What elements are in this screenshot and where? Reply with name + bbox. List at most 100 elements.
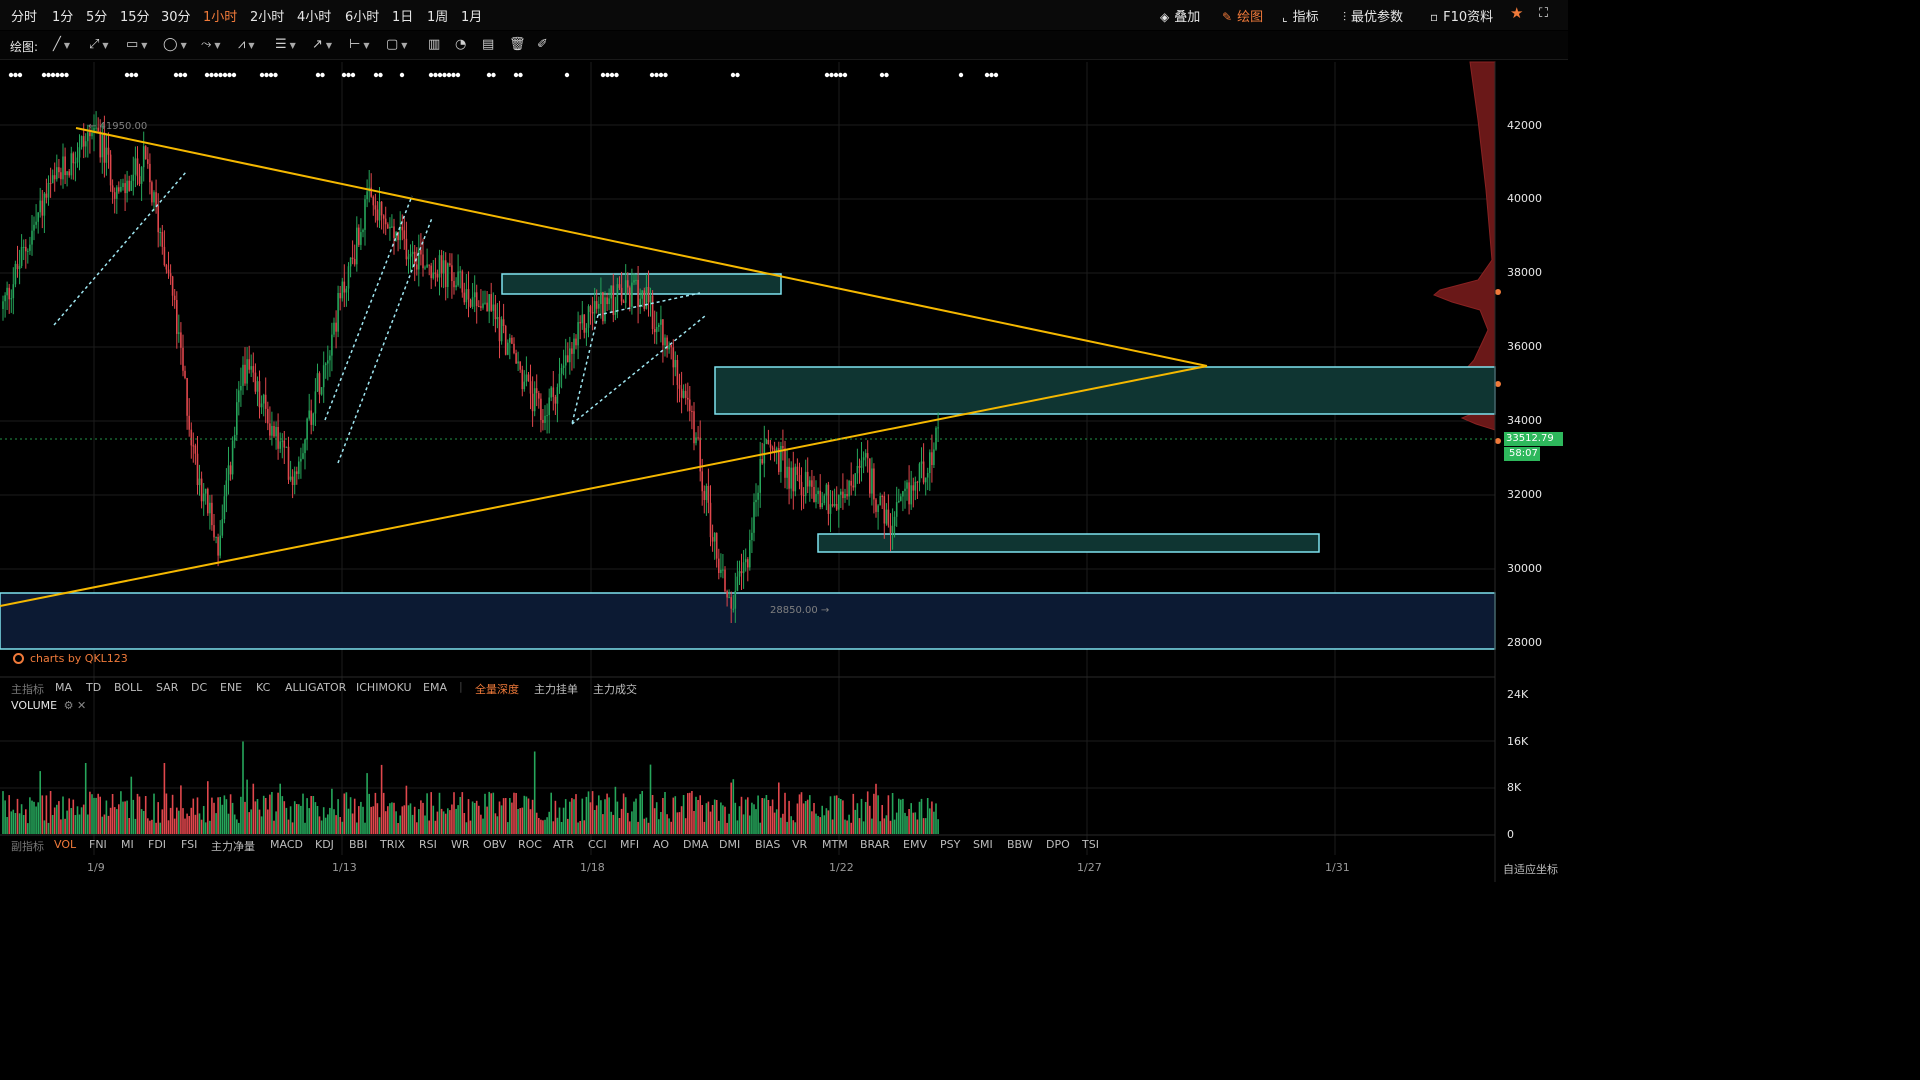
tf-1mo[interactable]: 1月: [461, 6, 482, 25]
sub-ind-15[interactable]: CCI: [588, 838, 607, 851]
main-ind-dc[interactable]: DC: [191, 681, 207, 694]
sub-ind-8[interactable]: BBI: [349, 838, 367, 851]
f10-button[interactable]: ▫ F10资料: [1430, 6, 1493, 25]
main-ind-td[interactable]: TD: [86, 681, 101, 694]
volume-bar: [633, 801, 635, 834]
overlay-button[interactable]: ◈ 叠加: [1160, 6, 1200, 25]
tf-6h[interactable]: 6小时: [345, 6, 379, 25]
zone-lower[interactable]: [817, 533, 1320, 553]
candle-body: [209, 502, 211, 514]
stats-icon[interactable]: ◔: [455, 37, 466, 52]
main-ind-boll[interactable]: BOLL: [114, 681, 142, 694]
histogram-icon[interactable]: ▤: [482, 37, 494, 52]
sub-ind-9[interactable]: TRIX: [380, 838, 405, 851]
tf-5m[interactable]: 5分: [86, 6, 107, 25]
close-icon[interactable]: ✕: [77, 699, 86, 712]
main-ind-depth[interactable]: 全量深度: [475, 681, 519, 697]
sub-ind-17[interactable]: AO: [653, 838, 669, 851]
comment-tool-icon[interactable]: ▢ ▼: [386, 37, 407, 52]
line-tool-icon[interactable]: ╱ ▼: [53, 37, 70, 52]
sub-ind-28[interactable]: DPO: [1046, 838, 1070, 851]
sub-ind-24[interactable]: EMV: [903, 838, 927, 851]
fullscreen-icon[interactable]: ⛶: [1539, 6, 1548, 21]
sub-ind-7[interactable]: KDJ: [315, 838, 334, 851]
tf-1w[interactable]: 1周: [427, 6, 448, 25]
bar-chart-icon[interactable]: ▥: [428, 37, 440, 52]
main-ind-sar[interactable]: SAR: [156, 681, 178, 694]
sub-ind-23[interactable]: BRAR: [860, 838, 890, 851]
sub-ind-19[interactable]: DMI: [719, 838, 740, 851]
trash-icon[interactable]: 🗑: [509, 37, 526, 52]
sub-ind-1[interactable]: FNI: [89, 838, 107, 851]
tf-4h[interactable]: 4小时: [297, 6, 331, 25]
sub-ind-29[interactable]: TSI: [1082, 838, 1099, 851]
main-ind-kc[interactable]: KC: [256, 681, 270, 694]
zone-middle[interactable]: [714, 366, 1496, 415]
candle-body: [759, 459, 761, 493]
candle-body: [43, 193, 46, 216]
star-icon[interactable]: ★: [1510, 4, 1523, 22]
main-ind-alligator[interactable]: ALLIGATOR: [285, 681, 346, 694]
tf-1m[interactable]: 1分: [52, 6, 73, 25]
sub-ind-14[interactable]: ATR: [553, 838, 574, 851]
sub-ind-6[interactable]: MACD: [270, 838, 303, 851]
main-ind-orders[interactable]: 主力挂单: [534, 681, 578, 697]
volume-bar: [682, 795, 685, 834]
sub-ind-12[interactable]: OBV: [483, 838, 506, 851]
sub-ind-21[interactable]: VR: [792, 838, 807, 851]
ray-tool-icon[interactable]: ⤢ ▼: [89, 37, 109, 52]
sub-ind-3[interactable]: FDI: [148, 838, 166, 851]
draw-button[interactable]: ✎ 绘图: [1222, 6, 1263, 25]
candle-body: [910, 485, 912, 505]
main-ind-ene[interactable]: ENE: [220, 681, 242, 694]
sub-ind-20[interactable]: BIAS: [755, 838, 780, 851]
chart-canvas[interactable]: [0, 0, 1568, 882]
event-marker: [446, 72, 452, 78]
candle-body: [523, 381, 526, 390]
sub-ind-22[interactable]: MTM: [822, 838, 848, 851]
trendline-upper[interactable]: [75, 127, 1208, 367]
circle-tool-icon[interactable]: ◯ ▼: [163, 37, 187, 52]
wave-tool-icon[interactable]: ⤳ ▼: [201, 37, 221, 52]
main-ind-ma[interactable]: MA: [55, 681, 72, 694]
arrow-tool-icon[interactable]: ↗ ▼: [312, 37, 332, 52]
sub-ind-16[interactable]: MFI: [620, 838, 639, 851]
sub-ind-26[interactable]: SMI: [973, 838, 993, 851]
zone-bottom[interactable]: [0, 592, 1496, 650]
measure-tool-icon[interactable]: ⊢ ▼: [349, 37, 369, 52]
volume-bar: [922, 818, 925, 834]
eraser-icon[interactable]: ✐: [537, 37, 548, 52]
auto-coord-button[interactable]: 自适应坐标: [1503, 861, 1558, 877]
best-params-button[interactable]: ⫶ 最优参数: [1343, 6, 1403, 25]
tf-30m[interactable]: 30分: [161, 6, 191, 25]
tf-15m[interactable]: 15分: [120, 6, 150, 25]
sub-ind-18[interactable]: DMA: [683, 838, 709, 851]
tf-1d[interactable]: 1日: [392, 6, 413, 25]
sub-ind-11[interactable]: WR: [451, 838, 470, 851]
main-ind-ichimoku[interactable]: ICHIMOKU: [356, 681, 412, 694]
sub-ind-10[interactable]: RSI: [419, 838, 437, 851]
candle-body: [225, 480, 228, 497]
sub-ind-4[interactable]: FSI: [181, 838, 197, 851]
fib-tool-icon[interactable]: ☰ ▼: [275, 37, 296, 52]
sub-ind-25[interactable]: PSY: [940, 838, 960, 851]
main-ind-trades[interactable]: 主力成交: [593, 681, 637, 697]
indicator-button[interactable]: ⌞ 指标: [1282, 6, 1319, 25]
trendline-lower[interactable]: [0, 365, 1208, 607]
sub-ind-13[interactable]: ROC: [518, 838, 542, 851]
volume-bar: [937, 819, 939, 834]
pattern-tool-icon[interactable]: ⩘ ▼: [238, 37, 255, 52]
sub-ind-2[interactable]: MI: [121, 838, 134, 851]
gear-icon[interactable]: ⚙: [64, 699, 74, 712]
candle-body: [701, 471, 703, 492]
tf-1h[interactable]: 1小时: [203, 6, 237, 25]
sub-ind-27[interactable]: BBW: [1007, 838, 1033, 851]
sub-ind-5[interactable]: 主力净量: [211, 838, 255, 854]
main-ind-ema[interactable]: EMA: [423, 681, 447, 694]
volume-bar: [240, 796, 242, 834]
sub-ind-0[interactable]: VOL: [54, 838, 76, 851]
rect-tool-icon[interactable]: ▭ ▼: [126, 37, 147, 52]
tf-2h[interactable]: 2小时: [250, 6, 284, 25]
tf-fenshi[interactable]: 分时: [11, 6, 37, 25]
volume-bar: [442, 811, 445, 834]
